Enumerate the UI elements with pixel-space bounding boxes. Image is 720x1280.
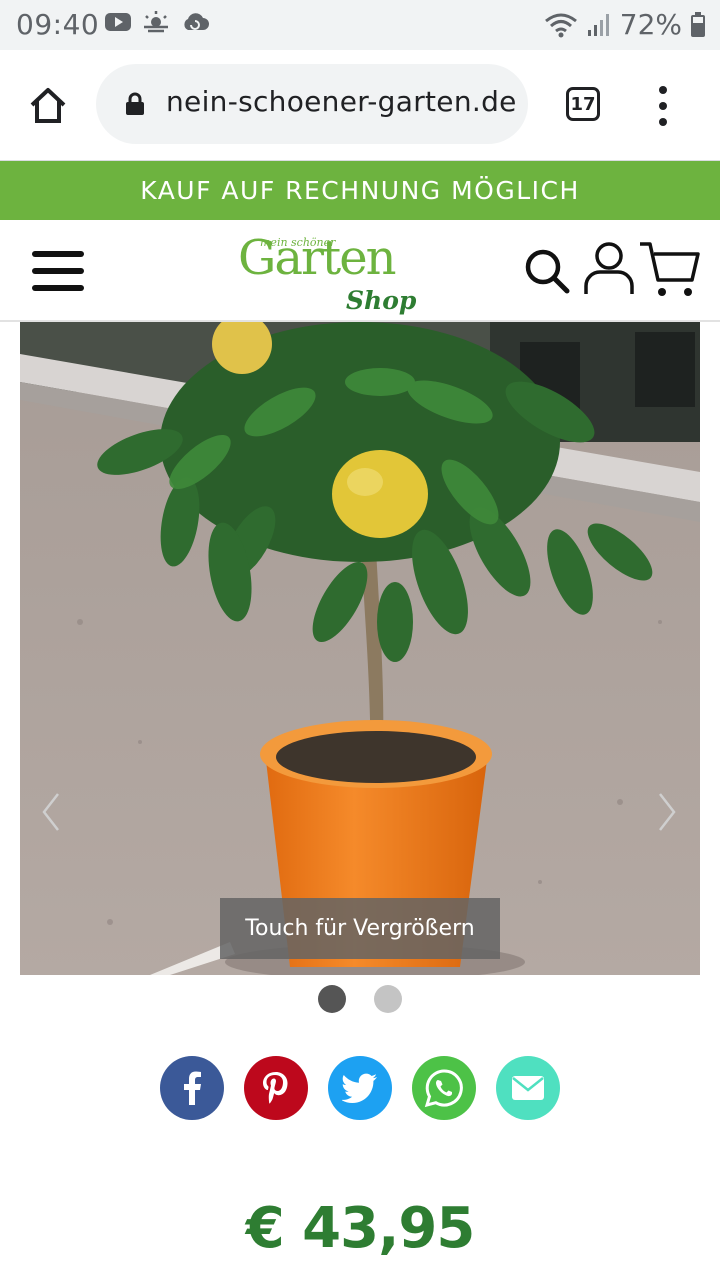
email-icon: [512, 1076, 544, 1100]
facebook-icon: [184, 1071, 201, 1105]
hamburger-menu-icon[interactable]: [32, 251, 86, 291]
product-price: € 43,95: [245, 1196, 476, 1261]
gallery-prev-icon[interactable]: [40, 792, 62, 832]
signal-icon: [587, 13, 609, 36]
search-icon[interactable]: [522, 246, 572, 296]
logo-shop-text: Shop: [346, 286, 417, 315]
site-logo[interactable]: mein schöner Garten Shop: [238, 230, 422, 316]
gallery-dot-2[interactable]: [374, 985, 402, 1013]
battery-percent: 72%: [619, 8, 682, 41]
status-notifications: [104, 10, 210, 34]
status-time: 09:40: [16, 8, 100, 41]
share-email-button[interactable]: [496, 1056, 560, 1120]
home-icon: [30, 88, 66, 123]
share-pinterest-button[interactable]: [244, 1056, 308, 1120]
gallery-pagination: [0, 985, 720, 1015]
home-button[interactable]: [22, 80, 74, 132]
product-image[interactable]: [20, 322, 700, 975]
url-text: nein-schoener-garten.de: [166, 85, 517, 118]
pinterest-icon: [263, 1072, 288, 1104]
wifi-icon: [544, 13, 577, 37]
gallery-dot-1[interactable]: [318, 985, 346, 1013]
battery-icon: [691, 11, 705, 37]
promo-banner: KAUF AUF RECHNUNG MÖGLICH: [0, 161, 720, 220]
share-whatsapp-button[interactable]: [412, 1056, 476, 1120]
zoom-hint[interactable]: Touch für Vergrößern: [220, 898, 500, 959]
cloud-sync-icon: [184, 13, 209, 30]
browser-toolbar: nein-schoener-garten.de 17: [0, 50, 720, 161]
twitter-icon: [342, 1073, 377, 1103]
tab-switcher-button[interactable]: 17: [566, 87, 600, 121]
user-icon[interactable]: [582, 240, 636, 296]
whatsapp-icon: [424, 1069, 463, 1108]
more-vert-icon[interactable]: [648, 84, 678, 128]
lock-icon: [126, 92, 144, 115]
share-twitter-button[interactable]: [328, 1056, 392, 1120]
weather-icon: [144, 11, 168, 33]
status-bar: 09:40 72%: [0, 0, 720, 50]
site-header: mein schöner Garten Shop: [0, 220, 720, 322]
share-facebook-button[interactable]: [160, 1056, 224, 1120]
status-right: 72%: [544, 8, 706, 41]
address-bar[interactable]: nein-schoener-garten.de: [96, 64, 528, 144]
gallery-next-icon[interactable]: [656, 792, 678, 832]
logo-main-text: Garten: [238, 230, 397, 286]
youtube-icon: [105, 13, 131, 31]
product-photo: [20, 322, 700, 975]
cart-icon[interactable]: [638, 240, 700, 300]
